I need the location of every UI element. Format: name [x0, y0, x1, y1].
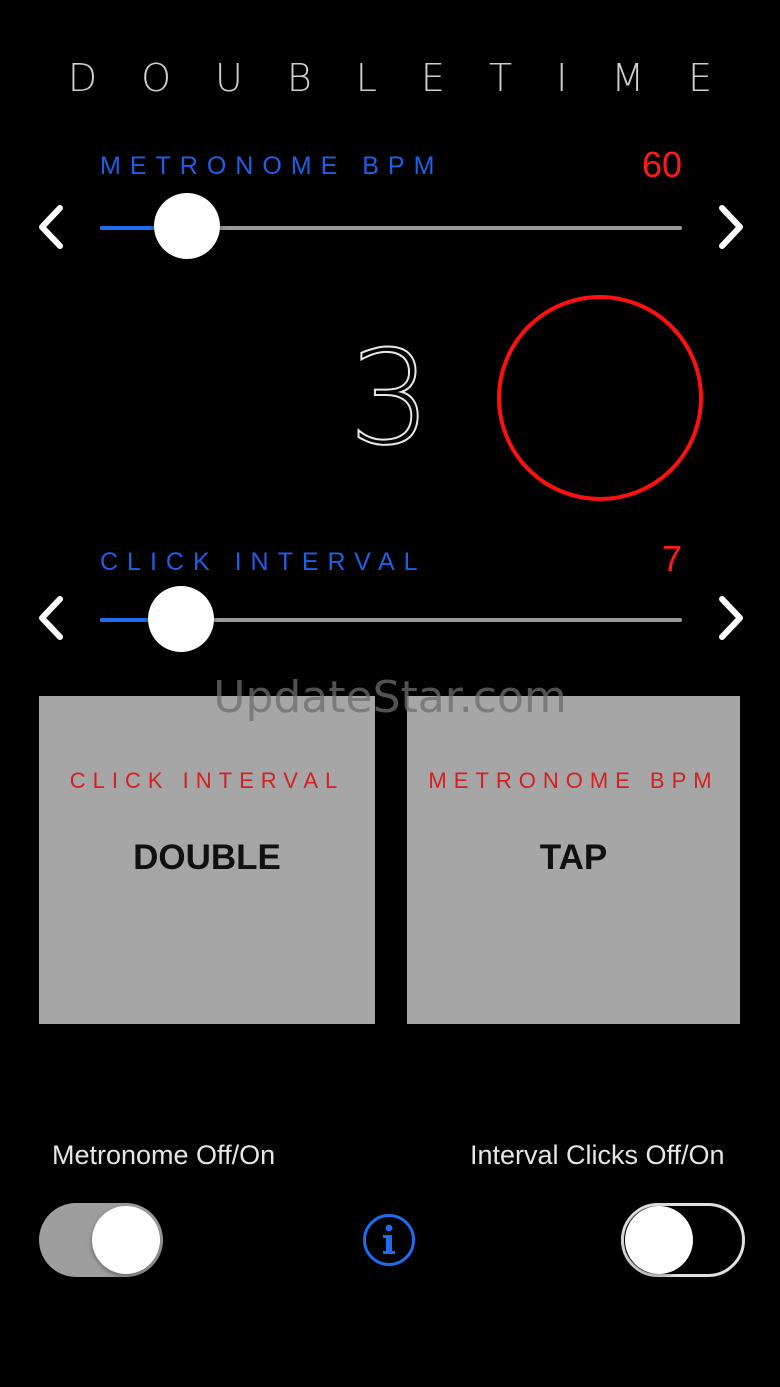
bpm-decrease-button[interactable] — [32, 202, 72, 252]
bpm-slider-thumb[interactable] — [154, 193, 221, 259]
interval-clicks-toggle-label: Interval Clicks Off/On — [470, 1140, 725, 1170]
bpm-value: 60 — [641, 144, 682, 185]
beat-indicator-circle — [497, 295, 703, 501]
interval-slider-thumb[interactable] — [148, 586, 215, 652]
info-button[interactable] — [362, 1213, 416, 1267]
interval-slider-label: CLICK INTERVAL — [100, 548, 427, 576]
app-title: DOUBLETIME — [67, 56, 757, 100]
chevron-right-icon — [719, 596, 743, 640]
bpm-increase-button[interactable] — [710, 202, 750, 252]
double-button[interactable]: CLICK INTERVAL DOUBLE — [39, 696, 375, 1024]
metronome-screen: DOUBLETIME METRONOME BPM 60 3 CLICK INTE… — [0, 0, 780, 1387]
tap-button-label: TAP — [539, 838, 608, 877]
bpm-slider-label: METRONOME BPM — [100, 152, 444, 180]
interval-increase-button[interactable] — [710, 593, 750, 643]
double-button-label: DOUBLE — [133, 838, 281, 877]
chevron-left-icon — [39, 205, 63, 249]
chevron-right-icon — [719, 205, 743, 249]
interval-clicks-toggle[interactable] — [621, 1203, 745, 1277]
metronome-toggle-knob — [92, 1206, 160, 1274]
beat-count: 3 — [348, 321, 433, 475]
tap-button-caption: METRONOME BPM — [428, 768, 719, 793]
interval-value: 7 — [661, 538, 682, 579]
metronome-toggle-label: Metronome Off/On — [52, 1140, 276, 1170]
tap-button[interactable]: METRONOME BPM TAP — [407, 696, 740, 1024]
chevron-left-icon — [39, 596, 63, 640]
interval-clicks-toggle-knob — [625, 1206, 693, 1274]
info-icon — [363, 1214, 415, 1266]
metronome-toggle[interactable] — [39, 1203, 163, 1277]
double-button-caption: CLICK INTERVAL — [69, 768, 345, 793]
interval-decrease-button[interactable] — [32, 593, 72, 643]
